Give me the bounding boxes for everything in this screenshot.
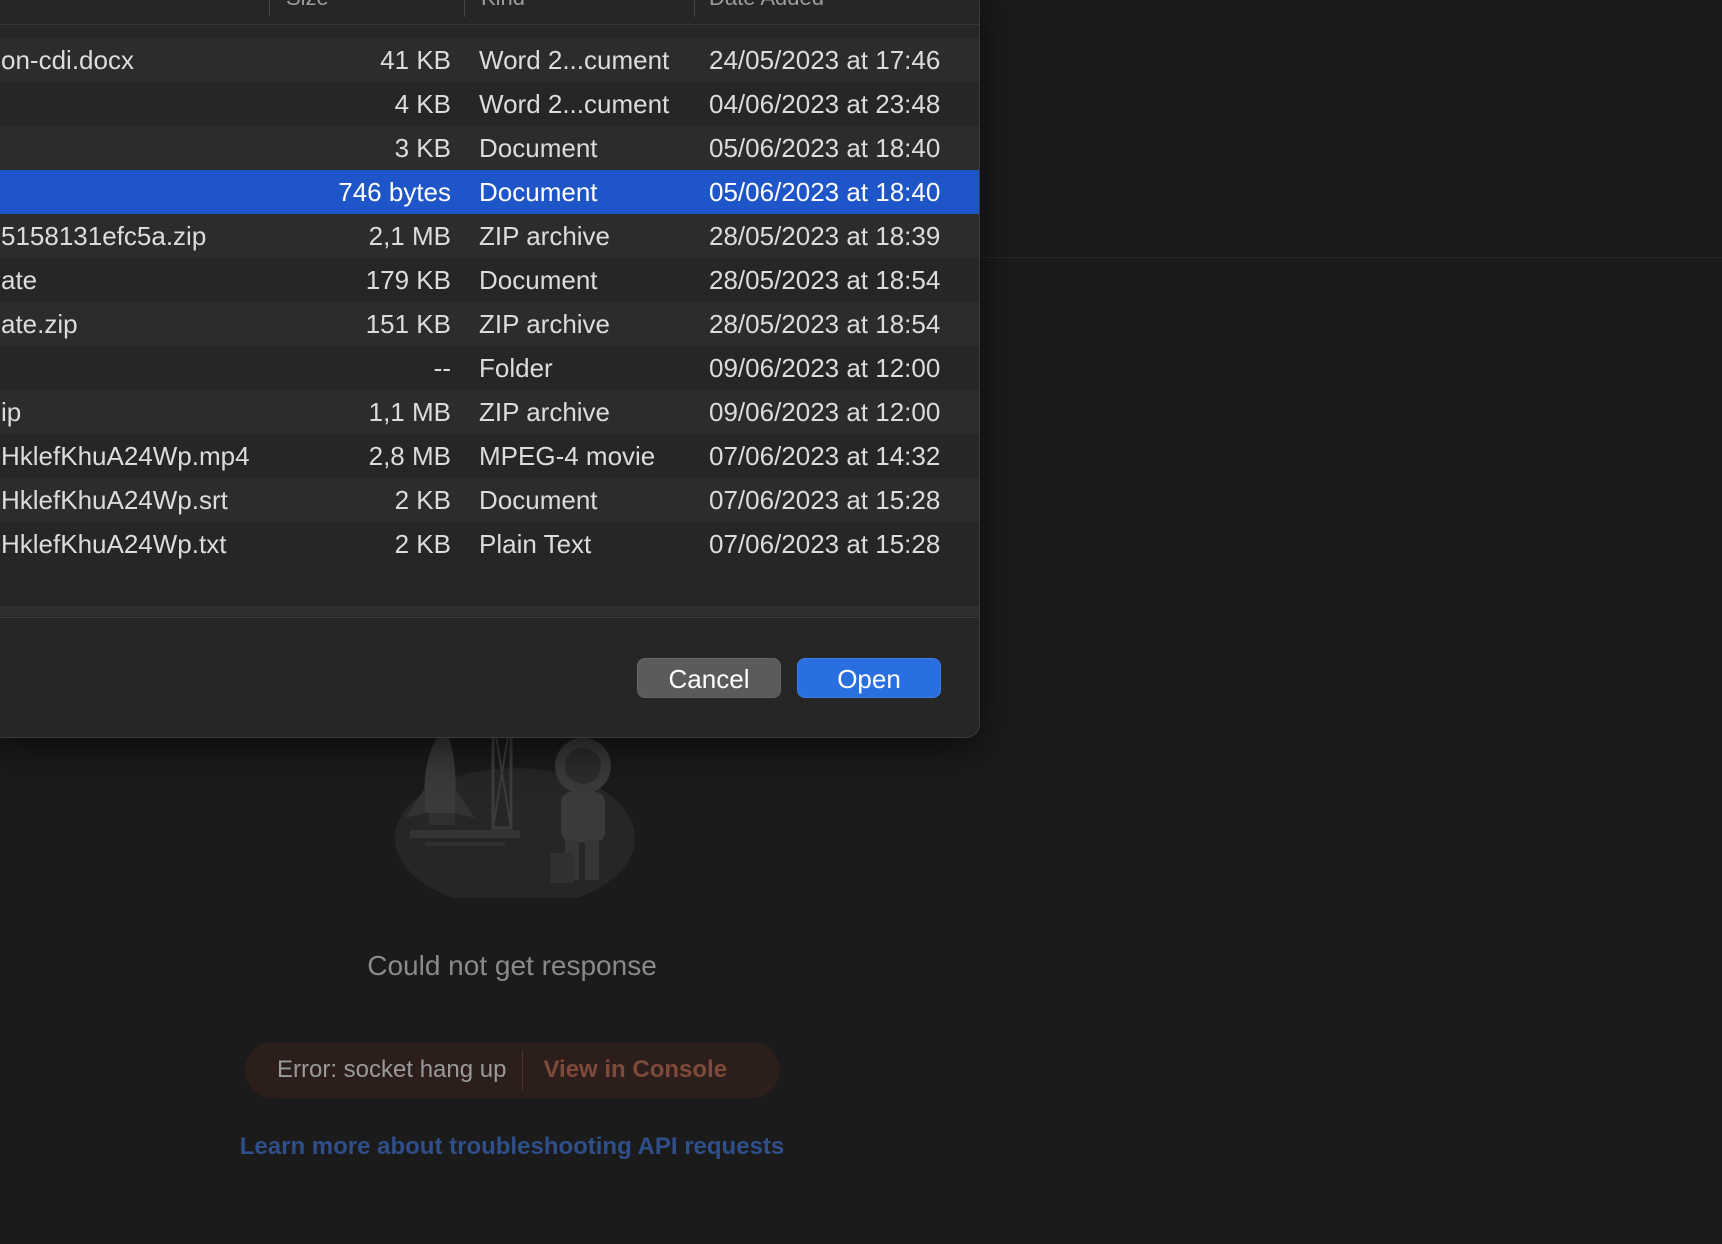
file-kind: Document <box>479 177 598 207</box>
file-row[interactable]: on-cdi.docx 41 KB Word 2...cument 24/05/202… <box>0 38 979 82</box>
file-name: ate <box>1 265 38 295</box>
error-message: Error: socket hang up <box>277 1056 507 1083</box>
file-name <box>1 82 251 126</box>
file-name: HklefKhuA24Wp.mp4 <box>1 441 250 471</box>
file-kind: MPEG-4 movie <box>479 441 656 471</box>
view-in-console-link[interactable]: View in Console <box>523 1056 727 1084</box>
file-date-added: 09/06/2023 at 12:00 <box>709 353 941 383</box>
file-kind: Document <box>479 265 598 295</box>
column-header-size[interactable]: Size <box>286 0 329 11</box>
file-row[interactable]: -- Folder 09/06/2023 at 12:00 <box>0 346 979 390</box>
column-separator[interactable] <box>464 0 465 17</box>
file-kind: Plain Text <box>479 529 592 559</box>
file-row[interactable]: HklefKhuA24Wp.txt 2 KB Plain Text 07/06/202… <box>0 522 979 566</box>
column-header-bar: Size Kind Date Added <box>0 0 979 25</box>
file-name: HklefKhuA24Wp.txt <box>1 529 227 559</box>
open-file-dialog: Size Kind Date Added on-cdi.docx 41 KB Wor… <box>0 0 980 738</box>
file-list: on-cdi.docx 41 KB Word 2...cument 24/05/202… <box>0 38 979 566</box>
file-size: 2,1 MB <box>368 221 451 251</box>
file-kind: Document <box>479 485 598 515</box>
file-row[interactable]: 5158131efc5a.zip 2,1 MB ZIP archive 28/05/2… <box>0 214 979 258</box>
file-size: -- <box>433 353 451 383</box>
file-row[interactable]: 4 KB Word 2...cument 04/06/2023 at 23:48 <box>0 82 979 126</box>
file-size: 41 KB <box>380 45 451 75</box>
file-kind: ZIP archive <box>479 221 611 251</box>
column-separator[interactable] <box>269 0 270 17</box>
file-date-added: 07/06/2023 at 15:28 <box>709 529 941 559</box>
column-header-date-added[interactable]: Date Added <box>709 0 824 11</box>
file-row[interactable]: ate.zip 151 KB ZIP archive 28/05/2023 at 18… <box>0 302 979 346</box>
file-kind: Word 2...cument <box>479 45 670 75</box>
file-size: 179 KB <box>365 265 451 295</box>
file-date-added: 28/05/2023 at 18:54 <box>709 309 941 339</box>
file-size: 1,1 MB <box>368 397 451 427</box>
error-banner: Error: socket hang up View in Console <box>245 1042 780 1098</box>
file-size: 746 bytes <box>338 177 451 207</box>
footer-divider <box>0 617 979 618</box>
file-date-added: 05/06/2023 at 18:40 <box>709 177 941 207</box>
file-name <box>1 170 251 214</box>
file-size: 4 KB <box>394 89 451 119</box>
rocket-astronaut-illustration <box>395 718 635 898</box>
file-name: 5158131efc5a.zip <box>1 221 207 251</box>
file-kind: Document <box>479 133 598 163</box>
file-date-added: 28/05/2023 at 18:54 <box>709 265 941 295</box>
file-kind: ZIP archive <box>479 309 611 339</box>
file-size: 2 KB <box>394 485 451 515</box>
file-name: HklefKhuA24Wp.srt <box>1 485 228 515</box>
file-size: 3 KB <box>394 133 451 163</box>
file-date-added: 04/06/2023 at 23:48 <box>709 89 941 119</box>
file-date-added: 07/06/2023 at 15:28 <box>709 485 941 515</box>
column-separator[interactable] <box>694 0 695 17</box>
file-name: ip <box>1 397 22 427</box>
file-kind: Folder <box>479 353 553 383</box>
file-row[interactable]: ip 1,1 MB ZIP archive 09/06/2023 at 12:00 <box>0 390 979 434</box>
file-name <box>1 346 251 390</box>
column-header-kind[interactable]: Kind <box>481 0 525 11</box>
file-date-added: 24/05/2023 at 17:46 <box>709 45 941 75</box>
file-size: 2,8 MB <box>368 441 451 471</box>
file-row[interactable]: ate 179 KB Document 28/05/2023 at 18:54 <box>0 258 979 302</box>
file-date-added: 09/06/2023 at 12:00 <box>709 397 941 427</box>
file-row[interactable]: 746 bytes Document 05/06/2023 at 18:40 <box>0 170 979 214</box>
file-kind: Word 2...cument <box>479 89 670 119</box>
file-name: ate.zip <box>1 309 78 339</box>
cancel-button[interactable]: Cancel <box>637 658 781 698</box>
background-divider <box>978 257 1722 258</box>
file-date-added: 07/06/2023 at 14:32 <box>709 441 941 471</box>
error-title: Could not get response <box>367 950 657 981</box>
troubleshooting-link[interactable]: Learn more about troubleshooting API req… <box>0 1133 1024 1161</box>
file-row[interactable]: HklefKhuA24Wp.mp4 2,8 MB MPEG-4 movie 07/06… <box>0 434 979 478</box>
file-name <box>1 126 251 170</box>
horizontal-scrollbar[interactable] <box>0 606 979 616</box>
file-date-added: 28/05/2023 at 18:39 <box>709 221 941 251</box>
file-name: on-cdi.docx <box>1 45 134 75</box>
open-button[interactable]: Open <box>797 658 941 698</box>
file-size: 151 KB <box>365 309 451 339</box>
file-kind: ZIP archive <box>479 397 611 427</box>
file-row[interactable]: HklefKhuA24Wp.srt 2 KB Document 07/06/2023 … <box>0 478 979 522</box>
file-size: 2 KB <box>394 529 451 559</box>
file-row[interactable]: 3 KB Document 05/06/2023 at 18:40 <box>0 126 979 170</box>
file-date-added: 05/06/2023 at 18:40 <box>709 133 941 163</box>
